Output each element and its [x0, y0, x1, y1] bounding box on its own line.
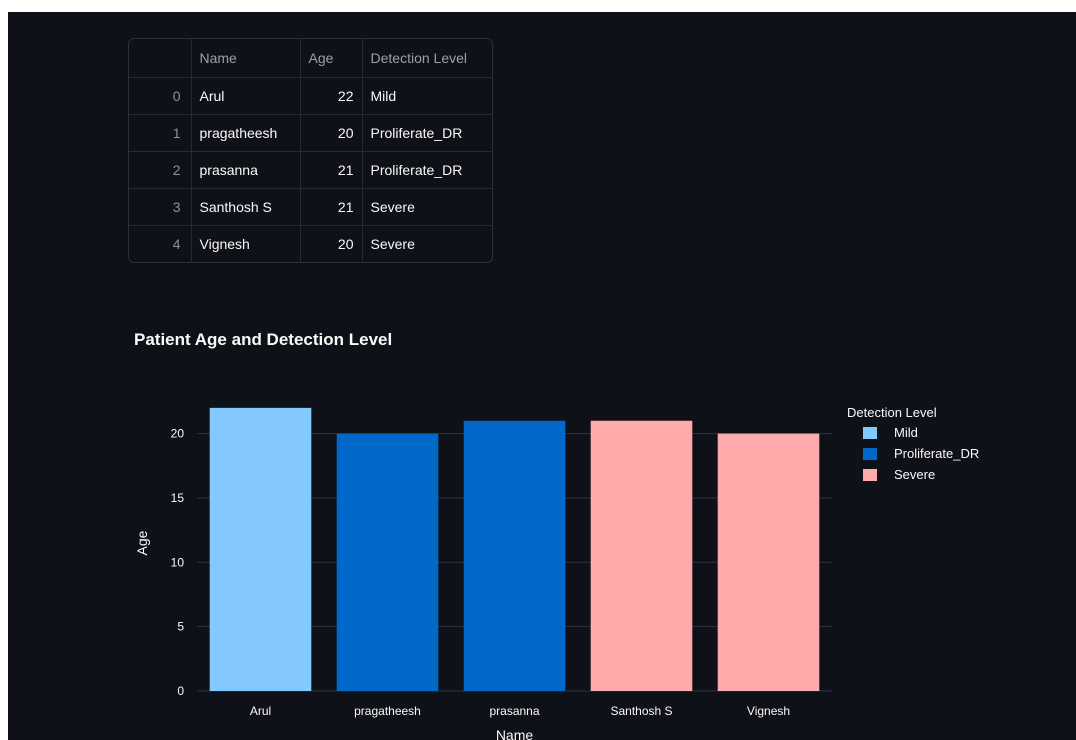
legend-swatch[interactable] — [863, 469, 877, 481]
x-tick-label: pragatheesh — [354, 704, 421, 718]
x-tick-label: prasanna — [489, 704, 539, 718]
legend-swatch[interactable] — [863, 448, 877, 460]
bar[interactable] — [717, 433, 820, 691]
age-bar-chart[interactable]: 0 5 10 15 20 Arul pragatheesh prasanna Santhosh … — [8, 12, 1076, 740]
legend-item-label[interactable]: Severe — [894, 467, 935, 482]
x-tick-label: Santhosh S — [610, 704, 672, 718]
x-axis-title: Name — [496, 727, 534, 740]
app-container: Name Age Detection Level 0 Arul 22 Mild … — [8, 12, 1076, 740]
x-tick-label: Vignesh — [747, 704, 790, 718]
bar[interactable] — [463, 420, 566, 691]
legend-item-label[interactable]: Proliferate_DR — [894, 446, 979, 461]
legend-item-label[interactable]: Mild — [894, 425, 918, 440]
legend-swatch[interactable] — [863, 427, 877, 439]
bar[interactable] — [336, 433, 439, 691]
y-tick-label: 20 — [171, 427, 185, 441]
bar[interactable] — [209, 407, 312, 691]
y-tick-label: 0 — [177, 684, 184, 698]
legend-title: Detection Level — [847, 405, 937, 420]
x-tick-label: Arul — [250, 704, 271, 718]
y-axis-title: Age — [134, 530, 150, 555]
y-tick-label: 10 — [171, 555, 185, 569]
y-tick-label: 5 — [177, 620, 184, 634]
bar[interactable] — [590, 420, 693, 691]
y-tick-label: 15 — [171, 491, 185, 505]
